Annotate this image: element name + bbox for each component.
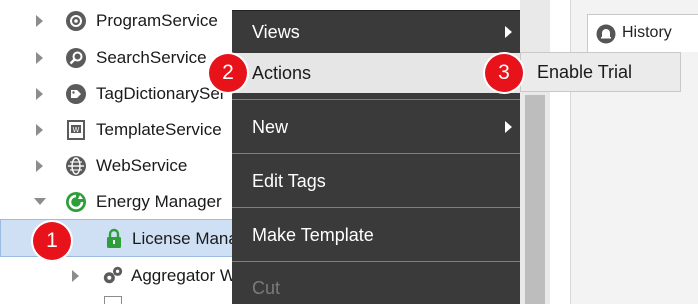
menu-separator [232, 99, 520, 100]
menu-separator [232, 261, 520, 262]
right-pane: History [570, 0, 698, 304]
magnifier-icon [65, 47, 87, 69]
actions-submenu: Enable Trial [520, 52, 681, 92]
gear-icon [65, 10, 87, 32]
menu-item-make-template[interactable]: Make Template [232, 214, 520, 256]
svg-text:W: W [73, 126, 80, 134]
tree-item-label: WebService [96, 156, 188, 175]
expand-arrow-icon[interactable] [36, 52, 46, 64]
menu-item-views[interactable]: Views [232, 11, 520, 53]
submenu-arrow-icon [505, 26, 512, 38]
scrollbar-thumb[interactable] [525, 95, 545, 304]
step-badge-3: 3 [485, 54, 523, 92]
gears-icon [102, 264, 124, 286]
tree-item-label: SearchService [96, 48, 207, 67]
submenu-arrow-icon [505, 121, 512, 133]
menu-item-actions[interactable]: Actions [232, 53, 520, 93]
document-icon [104, 296, 122, 304]
context-menu: Views Actions New Edit Tags Make Templat… [232, 10, 520, 304]
tab-history[interactable]: History [587, 14, 698, 52]
menu-item-new[interactable]: New [232, 106, 520, 148]
expand-arrow-icon[interactable] [72, 270, 82, 282]
expand-arrow-icon[interactable] [36, 88, 46, 100]
tree-item-label: Energy Manager [96, 192, 222, 211]
history-bell-icon [596, 24, 616, 49]
tree-item-label: TagDictionarySer [96, 84, 226, 103]
menu-item-label: Cut [252, 277, 281, 298]
lock-icon [103, 227, 125, 249]
menu-separator [232, 207, 520, 208]
menu-item-label: Actions [252, 62, 312, 83]
vertical-scrollbar[interactable] [520, 0, 550, 304]
tree-item-label: Aggregator W [131, 266, 236, 285]
energy-manager-icon [65, 191, 87, 213]
tree-item-label: License Mana [132, 229, 238, 248]
tree-item-label: TemplateService [96, 120, 222, 139]
tab-history-label: History [622, 24, 672, 41]
tree-item-label: ProgramService [96, 11, 218, 30]
submenu-item-enable-trial[interactable]: Enable Trial [537, 62, 632, 83]
menu-item-cut: Cut [232, 268, 520, 304]
tag-icon [65, 83, 87, 105]
collapse-arrow-icon[interactable] [34, 198, 46, 210]
step-badge-1: 1 [33, 222, 71, 260]
menu-item-label: New [252, 116, 289, 137]
menu-item-label: Views [252, 21, 300, 42]
expand-arrow-icon[interactable] [36, 15, 46, 27]
menu-item-label: Edit Tags [252, 170, 326, 191]
menu-separator [232, 153, 520, 154]
menu-item-label: Make Template [252, 224, 374, 245]
step-badge-2: 2 [209, 54, 247, 92]
expand-arrow-icon[interactable] [36, 124, 46, 136]
template-icon: W [65, 119, 87, 141]
menu-item-edit-tags[interactable]: Edit Tags [232, 160, 520, 202]
expand-arrow-icon[interactable] [36, 160, 46, 172]
globe-icon [65, 155, 87, 177]
